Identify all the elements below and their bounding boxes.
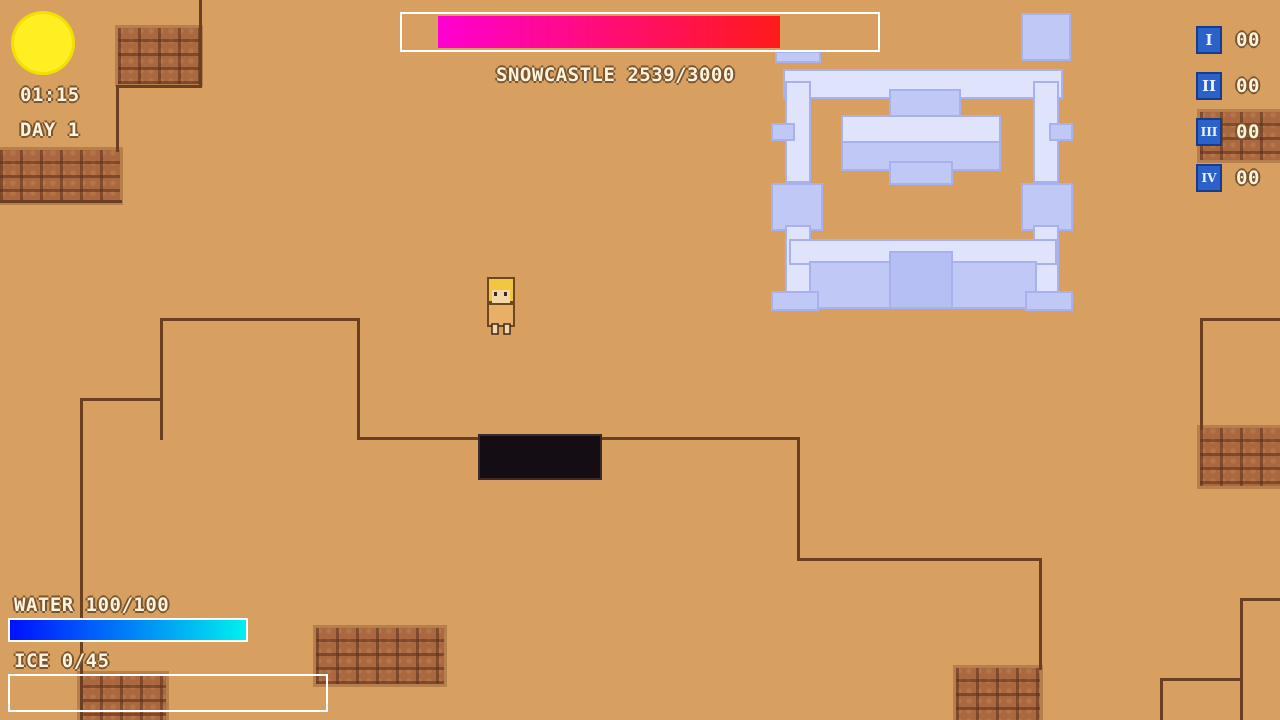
inventory-count: 00 xyxy=(1236,75,1260,97)
ice-label: ICE 0/45 xyxy=(14,650,110,672)
inventory-count: 00 xyxy=(1236,29,1260,51)
ice-bar xyxy=(8,674,328,712)
numeral-badge-icon: II xyxy=(1196,72,1222,100)
rock-cluster xyxy=(1200,428,1280,486)
rock-cluster xyxy=(956,668,1040,720)
inventory-slot[interactable]: IV 00 xyxy=(1196,164,1280,196)
inventory-count: 00 xyxy=(1236,167,1260,189)
cliff-edge xyxy=(116,0,202,88)
rock-cluster xyxy=(0,150,120,202)
cliff-edge xyxy=(358,437,480,441)
numeral-badge-icon: I xyxy=(1196,26,1222,54)
player-character[interactable] xyxy=(480,274,520,336)
water-bar-fill xyxy=(10,620,246,640)
water-label: WATER 100/100 xyxy=(14,594,170,616)
boss-health-bar xyxy=(400,12,880,52)
cliff-edge xyxy=(600,437,800,561)
sun-icon xyxy=(14,14,72,72)
day-counter: DAY 1 xyxy=(20,119,80,141)
water-bar xyxy=(8,618,248,642)
snow-castle[interactable] xyxy=(770,12,1074,312)
inventory-slot[interactable]: I 00 xyxy=(1196,26,1280,58)
cliff-edge xyxy=(798,558,1042,670)
numeral-badge-icon: III xyxy=(1196,118,1222,146)
boss-health-fill xyxy=(438,16,780,48)
numeral-badge-icon: IV xyxy=(1196,164,1222,192)
cliff-edge xyxy=(116,86,120,152)
cliff-edge xyxy=(1200,318,1280,430)
boss-health-label: SNOWCASTLE 2539/3000 xyxy=(496,64,735,86)
cliff-edge xyxy=(1240,598,1280,720)
dark-pit xyxy=(478,434,602,480)
rock-cluster xyxy=(316,628,444,684)
cliff-edge xyxy=(1160,678,1242,720)
inventory-count: 00 xyxy=(1236,121,1260,143)
clock-time: 01:15 xyxy=(20,84,80,106)
cliff-edge xyxy=(160,318,360,440)
inventory-slot[interactable]: II 00 xyxy=(1196,72,1280,104)
cliff-edge xyxy=(0,200,122,204)
inventory-slot[interactable]: III 00 xyxy=(1196,118,1280,150)
